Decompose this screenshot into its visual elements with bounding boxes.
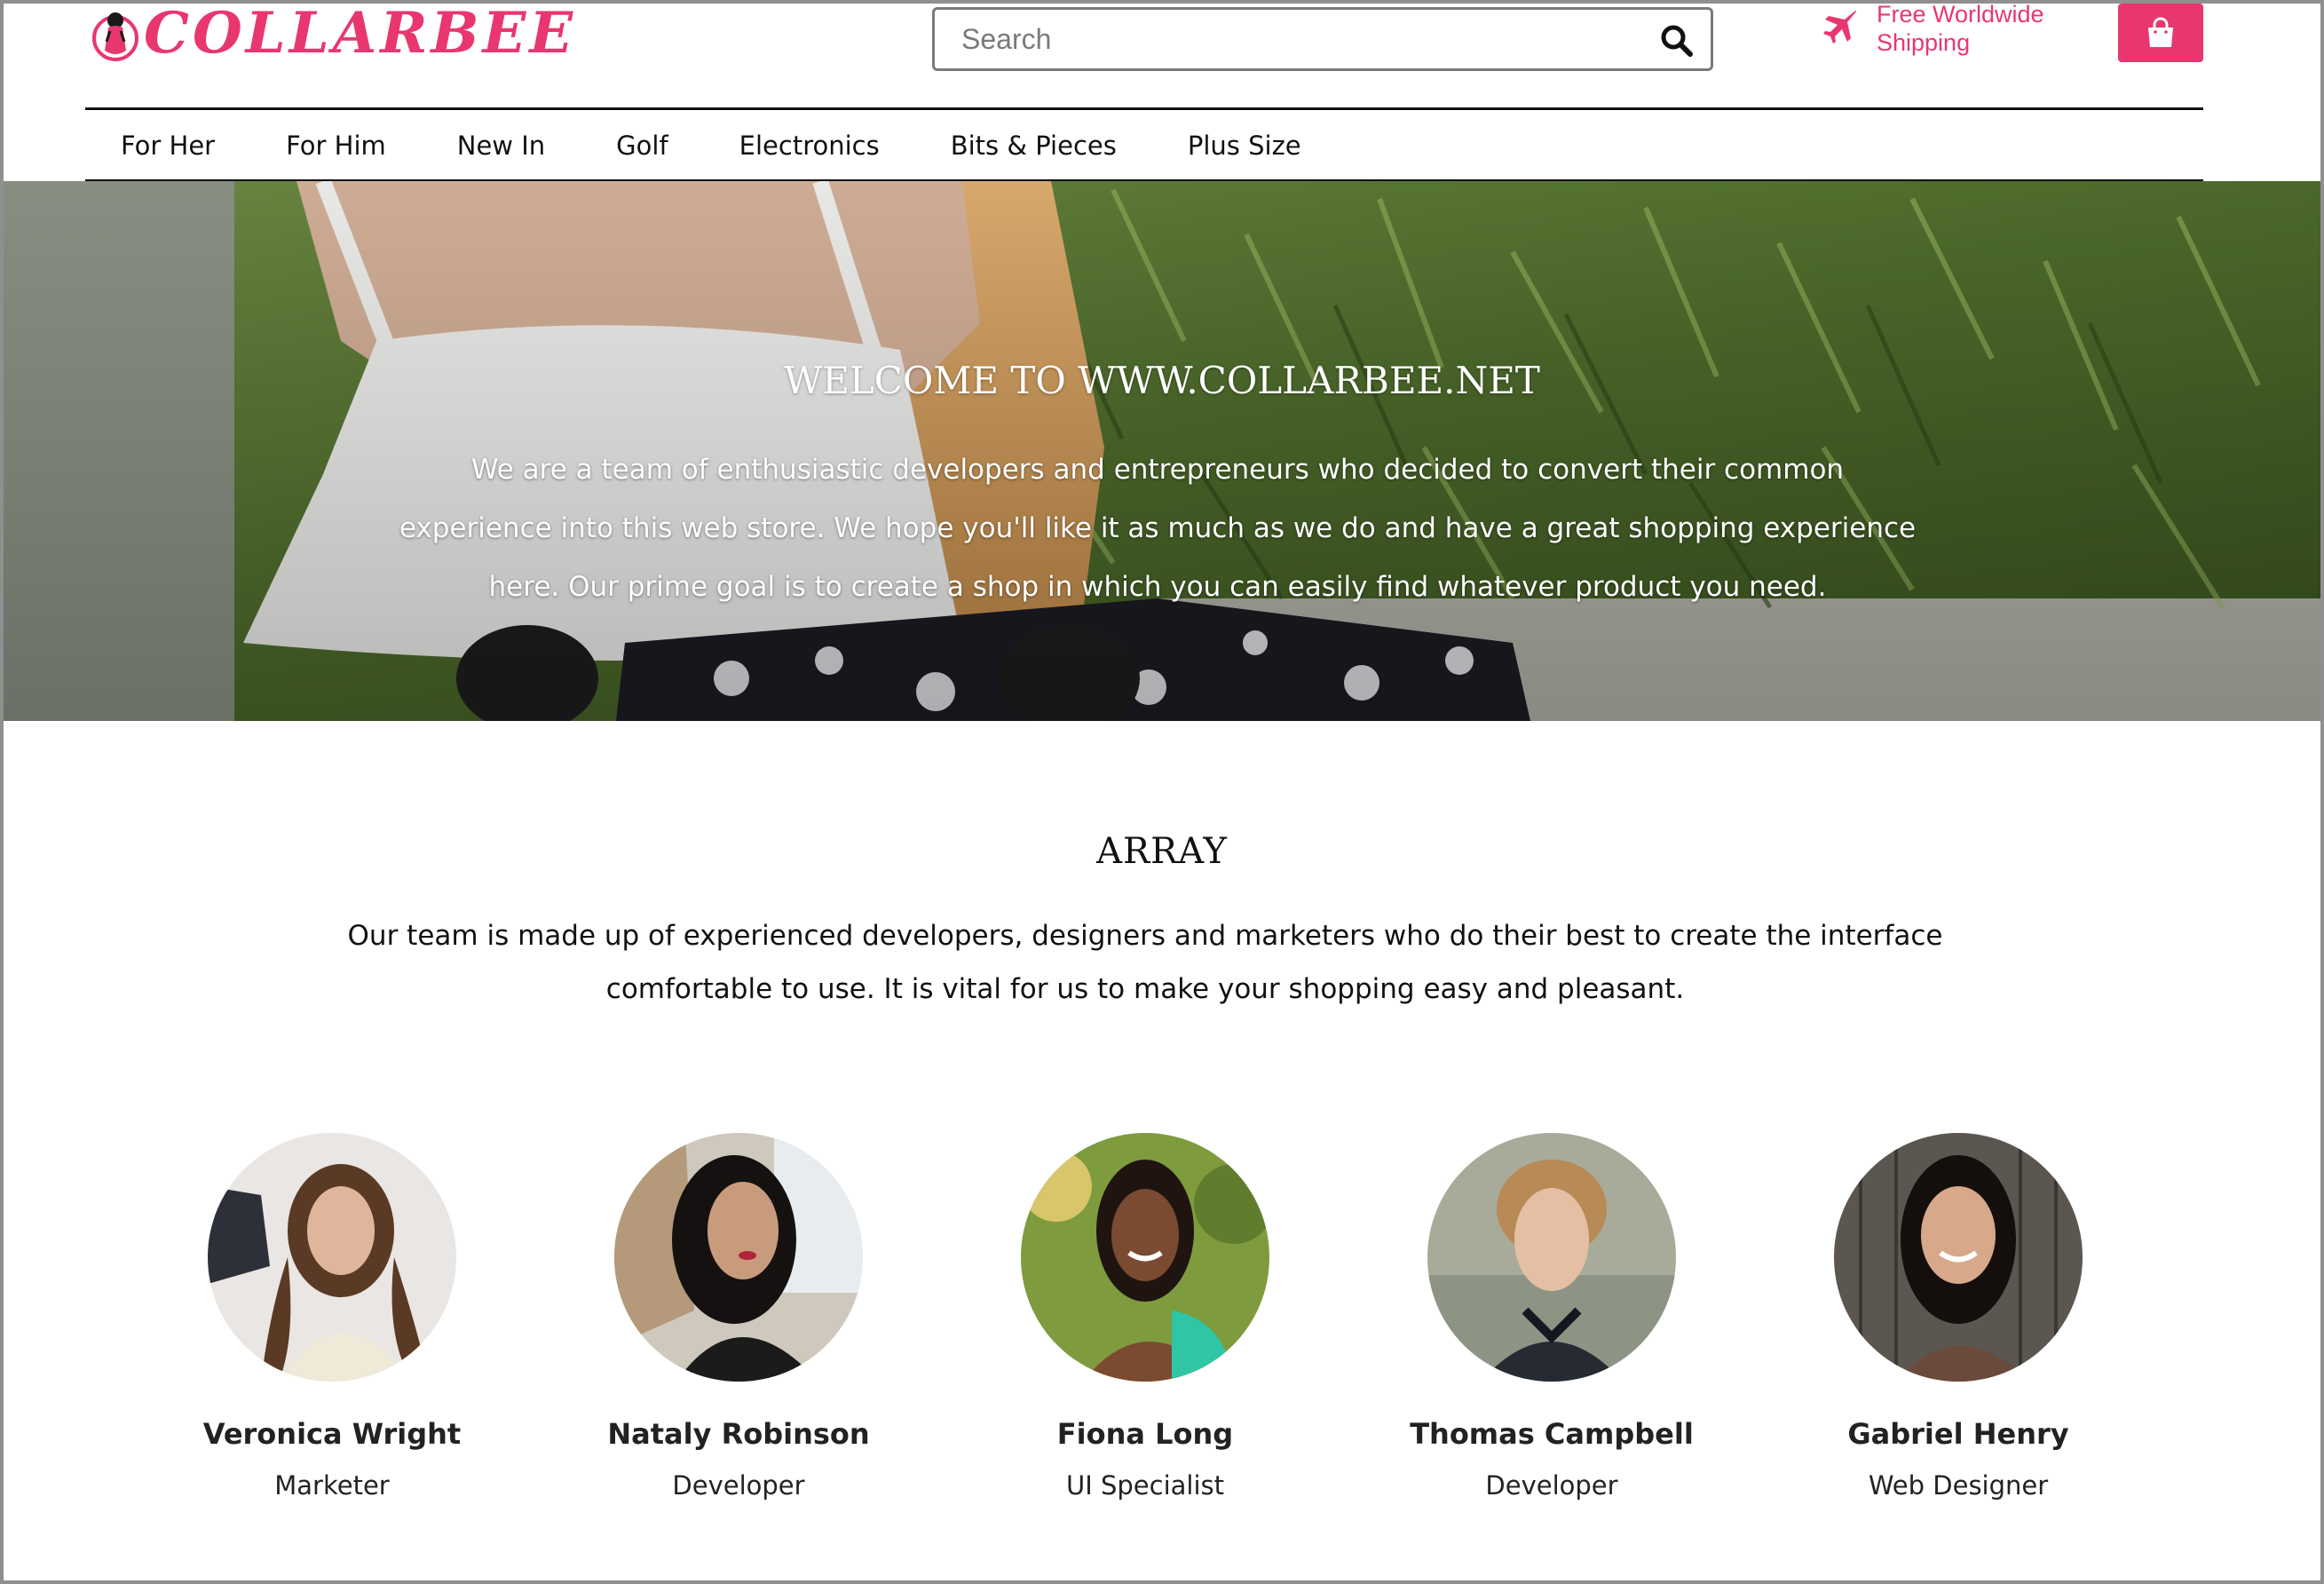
member-name: Nataly Robinson [607, 1417, 870, 1451]
member-role: UI Specialist [1065, 1470, 1225, 1501]
shipping-line-1: Free Worldwide [1877, 1, 2044, 28]
avatar [614, 1133, 863, 1382]
search-icon[interactable] [1659, 23, 1695, 59]
nav-item-bits-pieces[interactable]: Bits & Pieces [951, 131, 1117, 161]
section-title: ARRAY [1096, 831, 1228, 872]
member-role: Web Designer [1868, 1470, 2049, 1501]
hero-title: WELCOME TO WWW.COLLARBEE.NET [784, 359, 1540, 402]
avatar [1427, 1133, 1676, 1382]
airplane-icon [1823, 11, 1856, 44]
search-input[interactable] [935, 10, 1627, 68]
avatar [1021, 1133, 1269, 1382]
avatar [1834, 1133, 2083, 1382]
member-role: Developer [672, 1470, 805, 1501]
team-member-card: Gabriel Henry Web Designer [1781, 1133, 2136, 1501]
section-description: Our team is made up of experienced devel… [347, 920, 1943, 1005]
free-shipping-notice: Free Worldwide Shipping [1820, 0, 2044, 57]
team-member-card: Fiona Long UI Specialist [968, 1133, 1323, 1501]
nav-item-for-him[interactable]: For Him [286, 131, 386, 161]
nav-item-new-in[interactable]: New In [457, 131, 545, 161]
logo-text: COLLARBEE [144, 0, 577, 67]
nav-item-electronics[interactable]: Electronics [739, 131, 880, 161]
hero-description: We are a team of enthusiastic developers… [399, 454, 1917, 603]
shopping-bag-icon [2148, 17, 2173, 47]
logo-icon [92, 12, 138, 61]
member-role: Developer [1485, 1470, 1618, 1501]
member-name: Fiona Long [1056, 1417, 1234, 1451]
cart-button[interactable] [2118, 4, 2203, 62]
nav-item-for-her[interactable]: For Her [121, 131, 215, 161]
site-logo[interactable]: COLLARBEE [89, 2, 576, 66]
team-member-card: Nataly Robinson Developer [561, 1133, 916, 1501]
team-list: Veronica Wright Marketer Nataly Robinson… [0, 1133, 2324, 1524]
team-member-card: Veronica Wright Marketer [154, 1133, 510, 1501]
member-name: Gabriel Henry [1847, 1417, 2069, 1451]
team-member-card: Thomas Campbell Developer [1374, 1133, 1729, 1501]
hero-banner: WELCOME TO WWW.COLLARBEE.NET We are a te… [4, 181, 2320, 721]
nav-item-golf[interactable]: Golf [616, 131, 668, 161]
nav-item-plus-size[interactable]: Plus Size [1188, 131, 1301, 161]
member-name: Veronica Wright [202, 1417, 462, 1451]
shipping-line-2: Shipping [1877, 29, 1971, 56]
search-box [932, 7, 1713, 71]
avatar [208, 1133, 456, 1382]
member-role: Marketer [274, 1470, 390, 1501]
member-name: Thomas Campbell [1410, 1417, 1694, 1451]
main-nav: For Her For Him New In Golf Electronics … [85, 110, 1337, 181]
